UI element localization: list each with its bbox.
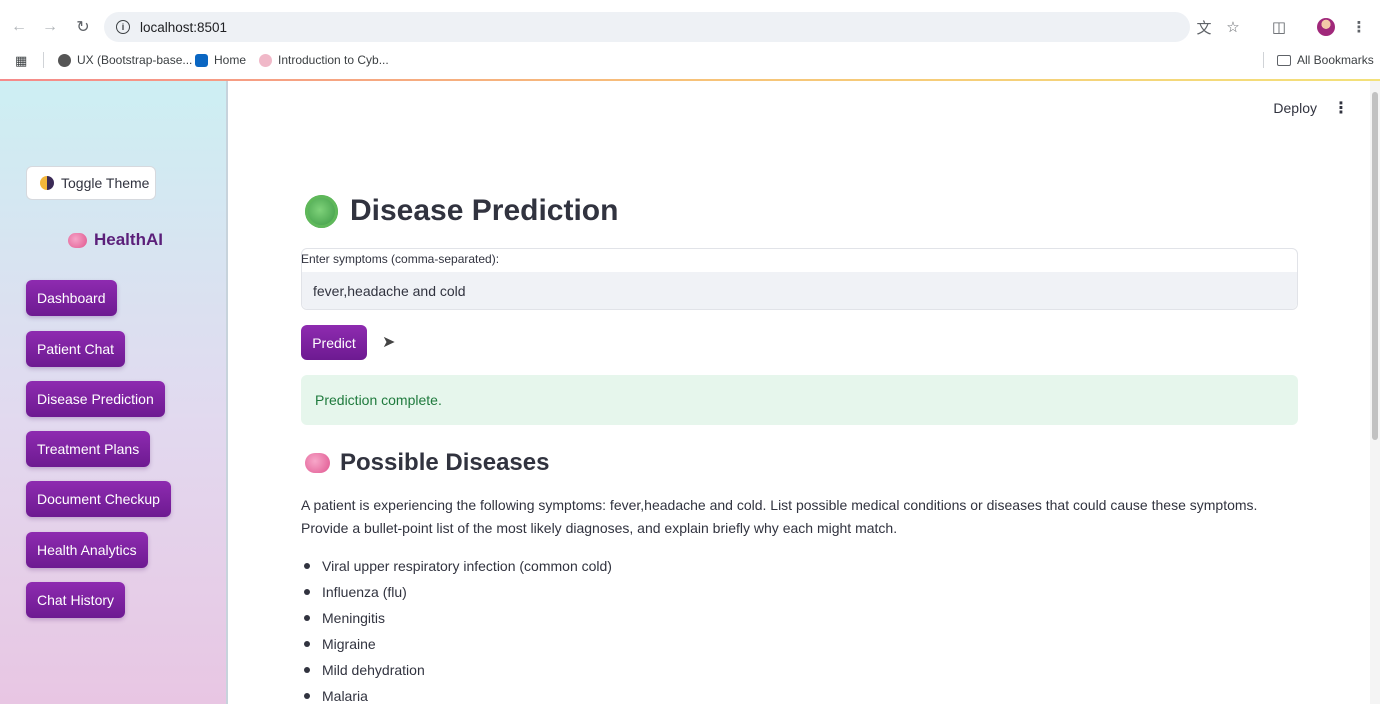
page-title-text: Disease Prediction: [350, 194, 619, 227]
linkedin-icon: [195, 53, 208, 67]
bookmark-label: Home: [214, 53, 247, 67]
symptoms-input[interactable]: [302, 272, 1297, 309]
list-item: Migraine: [301, 633, 612, 659]
sidebar-item-label: Dashboard: [37, 290, 106, 306]
predict-button[interactable]: Predict: [301, 325, 367, 360]
deploy-button[interactable]: Deploy: [1273, 100, 1317, 116]
sidebar-item-label: Treatment Plans: [37, 441, 140, 457]
microbe-icon: [305, 194, 338, 228]
sidebar-item-label: Health Analytics: [37, 542, 137, 558]
sidebar: Toggle Theme HealthAI Dashboard Patient …: [0, 81, 228, 704]
sidebar-item-document-checkup[interactable]: Document Checkup: [26, 481, 171, 517]
site-info-icon[interactable]: i: [116, 20, 130, 34]
sidebar-item-disease-prediction[interactable]: Disease Prediction: [26, 381, 165, 417]
brand-name: HealthAI: [94, 230, 163, 249]
globe-icon: [58, 53, 71, 67]
app-brand: HealthAI: [68, 230, 163, 250]
reload-icon[interactable]: ↻: [67, 11, 99, 43]
bookmarks-bar: ▦ UX (Bootstrap-base... Home Introductio…: [0, 46, 1380, 76]
bookmarks-divider: [43, 52, 44, 68]
section-title: Possible Diseases: [305, 449, 549, 477]
translate-icon[interactable]: 文: [1192, 15, 1216, 39]
course-icon: [259, 53, 272, 67]
sidebar-item-label: Disease Prediction: [37, 391, 154, 407]
brain-icon: [305, 453, 330, 473]
scrollbar-thumb[interactable]: [1372, 92, 1378, 440]
bookmark-label: Introduction to Cyb...: [278, 53, 389, 67]
app-menu-icon[interactable]: ⋮: [1333, 98, 1349, 118]
page-title: Disease Prediction: [305, 194, 618, 228]
folder-icon: [1277, 54, 1291, 66]
bookmark-ux[interactable]: UX (Bootstrap-base...: [58, 53, 192, 67]
status-alert: Prediction complete.: [301, 375, 1298, 425]
disease-list: Viral upper respiratory infection (commo…: [301, 555, 612, 704]
bookmark-star-icon[interactable]: ☆: [1221, 15, 1245, 39]
sidebar-item-label: Chat History: [37, 592, 115, 608]
list-item: Malaria: [301, 685, 612, 704]
bookmark-cyber[interactable]: Introduction to Cyb...: [259, 53, 389, 67]
url-text: localhost:8501: [140, 19, 228, 35]
apps-grid-icon[interactable]: ▦: [15, 53, 27, 69]
bookmarks-divider: [1263, 52, 1264, 68]
mouse-cursor-icon: ➤: [382, 334, 396, 351]
brain-icon: [68, 232, 87, 248]
browser-menu-icon[interactable]: ⋮: [1347, 15, 1371, 39]
bookmark-home[interactable]: Home: [195, 53, 246, 67]
predict-button-label: Predict: [312, 334, 356, 351]
theme-icon: [40, 176, 54, 190]
extensions-icon[interactable]: ◫: [1267, 15, 1291, 39]
sidebar-item-chat-history[interactable]: Chat History: [26, 582, 126, 618]
list-item: Meningitis: [301, 607, 612, 633]
sidebar-item-label: Document Checkup: [37, 491, 160, 507]
section-title-text: Possible Diseases: [340, 449, 550, 476]
address-bar[interactable]: i localhost:8501: [104, 12, 1190, 42]
profile-avatar[interactable]: [1314, 15, 1338, 39]
sidebar-item-treatment-plans[interactable]: Treatment Plans: [26, 431, 151, 467]
sidebar-item-label: Patient Chat: [37, 341, 115, 357]
toggle-theme-label: Toggle Theme: [61, 175, 150, 191]
all-bookmarks-label: All Bookmarks: [1297, 53, 1374, 67]
back-icon[interactable]: ←: [3, 11, 35, 43]
list-item: Influenza (flu): [301, 581, 612, 607]
all-bookmarks[interactable]: All Bookmarks: [1277, 53, 1374, 67]
list-item: Viral upper respiratory infection (commo…: [301, 555, 612, 581]
status-text: Prediction complete.: [315, 392, 442, 408]
toggle-theme-button[interactable]: Toggle Theme: [26, 166, 156, 200]
bookmark-label: UX (Bootstrap-base...: [77, 53, 193, 67]
forward-icon[interactable]: →: [34, 11, 66, 43]
prompt-text: A patient is experiencing the following …: [301, 497, 1258, 536]
list-item: Mild dehydration: [301, 659, 612, 685]
sidebar-item-dashboard[interactable]: Dashboard: [26, 280, 117, 316]
sidebar-item-health-analytics[interactable]: Health Analytics: [26, 532, 148, 568]
sidebar-item-patient-chat[interactable]: Patient Chat: [26, 331, 126, 367]
symptoms-input-label: Enter symptoms (comma-separated):: [301, 252, 500, 266]
